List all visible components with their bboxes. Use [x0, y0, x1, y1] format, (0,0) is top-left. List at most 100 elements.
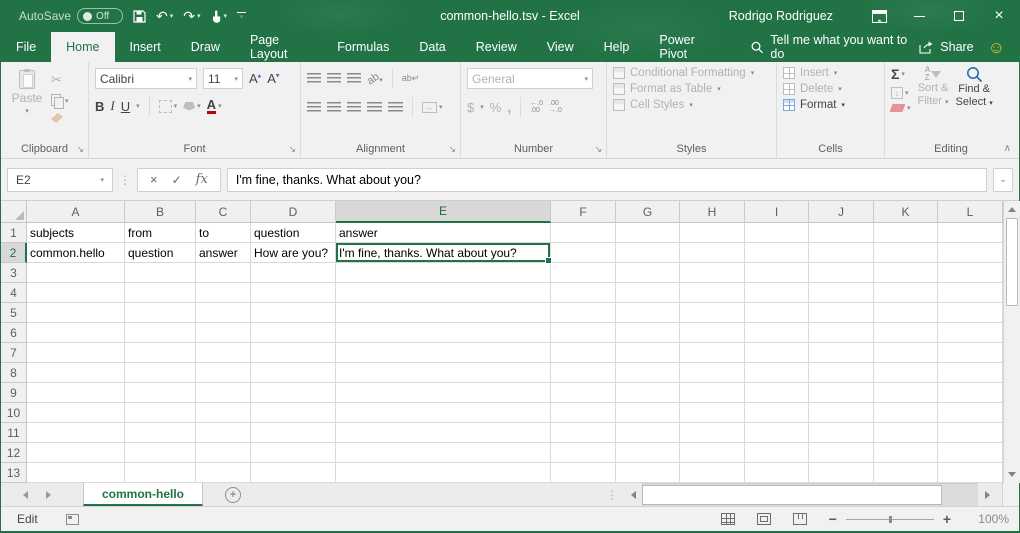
- font-dialog-launcher[interactable]: ↘: [288, 145, 296, 154]
- column-header-I[interactable]: I: [745, 201, 809, 223]
- cell-C2[interactable]: answer: [196, 243, 251, 263]
- cell-B1[interactable]: from: [125, 223, 196, 243]
- tab-page-layout[interactable]: Page Layout: [235, 32, 322, 62]
- row-header-7[interactable]: 7: [1, 343, 27, 363]
- cell-E6[interactable]: [336, 323, 551, 343]
- scroll-down-button[interactable]: [1004, 466, 1020, 483]
- underline-button[interactable]: U: [121, 99, 130, 114]
- tell-me-box[interactable]: Tell me what you want to do: [751, 32, 919, 62]
- cell-I8[interactable]: [745, 363, 809, 383]
- cell-K9[interactable]: [874, 383, 938, 403]
- font-color-button[interactable]: A▾: [207, 98, 222, 114]
- insert-cells-button[interactable]: Insert▾: [783, 67, 878, 79]
- cell-L1[interactable]: [938, 223, 1003, 243]
- merge-center-button[interactable]: ↔▾: [422, 102, 443, 113]
- cell-A5[interactable]: [27, 303, 125, 323]
- cell-F4[interactable]: [551, 283, 616, 303]
- cell-E8[interactable]: [336, 363, 551, 383]
- cell-I6[interactable]: [745, 323, 809, 343]
- cell-D5[interactable]: [251, 303, 336, 323]
- cell-A6[interactable]: [27, 323, 125, 343]
- cell-F6[interactable]: [551, 323, 616, 343]
- cell-D8[interactable]: [251, 363, 336, 383]
- cell-L3[interactable]: [938, 263, 1003, 283]
- cell-L7[interactable]: [938, 343, 1003, 363]
- page-break-preview-button[interactable]: [793, 513, 807, 525]
- zoom-slider[interactable]: [846, 519, 934, 520]
- scroll-right-button[interactable]: [978, 483, 996, 506]
- cell-L12[interactable]: [938, 443, 1003, 463]
- cell-A9[interactable]: [27, 383, 125, 403]
- borders-button[interactable]: ▾: [159, 100, 178, 113]
- cell-D1[interactable]: question: [251, 223, 336, 243]
- delete-cells-button[interactable]: Delete▾: [783, 83, 878, 95]
- cell-H5[interactable]: [680, 303, 745, 323]
- cell-F8[interactable]: [551, 363, 616, 383]
- cell-J13[interactable]: [809, 463, 874, 483]
- row-header-2[interactable]: 2: [1, 243, 27, 263]
- cell-B8[interactable]: [125, 363, 196, 383]
- cell-L11[interactable]: [938, 423, 1003, 443]
- cell-F7[interactable]: [551, 343, 616, 363]
- increase-indent-button[interactable]: [388, 102, 403, 112]
- insert-function-button[interactable]: fx: [196, 172, 208, 187]
- cell-L8[interactable]: [938, 363, 1003, 383]
- column-header-C[interactable]: C: [196, 201, 251, 223]
- minimize-button[interactable]: [899, 0, 939, 32]
- cell-A3[interactable]: [27, 263, 125, 283]
- cell-G4[interactable]: [616, 283, 680, 303]
- cell-J8[interactable]: [809, 363, 874, 383]
- cell-B4[interactable]: [125, 283, 196, 303]
- cell-A12[interactable]: [27, 443, 125, 463]
- underline-dropdown-icon[interactable]: ▾: [136, 102, 140, 110]
- zoom-level[interactable]: 100%: [973, 512, 1009, 526]
- name-box[interactable]: E2 ▾: [7, 168, 113, 192]
- cell-C7[interactable]: [196, 343, 251, 363]
- tab-review[interactable]: Review: [461, 32, 532, 62]
- cell-K3[interactable]: [874, 263, 938, 283]
- cell-B5[interactable]: [125, 303, 196, 323]
- number-dialog-launcher[interactable]: ↘: [594, 145, 602, 154]
- close-button[interactable]: ×: [979, 0, 1019, 32]
- column-header-K[interactable]: K: [874, 201, 938, 223]
- cell-H10[interactable]: [680, 403, 745, 423]
- cell-E1[interactable]: answer: [336, 223, 551, 243]
- italic-button[interactable]: I: [110, 98, 114, 114]
- sheet-tab-common-hello[interactable]: common-hello: [83, 483, 203, 506]
- customize-qat-button[interactable]: ▾: [237, 12, 246, 20]
- cell-F3[interactable]: [551, 263, 616, 283]
- copy-button[interactable]: ▾: [51, 94, 69, 107]
- expand-formula-bar-button[interactable]: ⌄: [993, 168, 1013, 192]
- cell-H6[interactable]: [680, 323, 745, 343]
- cell-I1[interactable]: [745, 223, 809, 243]
- format-painter-button[interactable]: [51, 113, 69, 123]
- column-header-G[interactable]: G: [616, 201, 680, 223]
- cell-B2[interactable]: question: [125, 243, 196, 263]
- enter-button[interactable]: ✓: [172, 173, 182, 187]
- cell-J6[interactable]: [809, 323, 874, 343]
- cell-C3[interactable]: [196, 263, 251, 283]
- paste-button[interactable]: Paste ▾: [7, 68, 47, 140]
- cell-I11[interactable]: [745, 423, 809, 443]
- cell-K13[interactable]: [874, 463, 938, 483]
- column-header-F[interactable]: F: [551, 201, 616, 223]
- normal-view-button[interactable]: [721, 513, 735, 525]
- align-top-button[interactable]: [307, 73, 321, 83]
- cell-I9[interactable]: [745, 383, 809, 403]
- row-header-13[interactable]: 13: [1, 463, 27, 483]
- cell-G9[interactable]: [616, 383, 680, 403]
- cell-F9[interactable]: [551, 383, 616, 403]
- cell-I7[interactable]: [745, 343, 809, 363]
- cell-E11[interactable]: [336, 423, 551, 443]
- scroll-up-button[interactable]: [1004, 201, 1020, 218]
- cell-K1[interactable]: [874, 223, 938, 243]
- horizontal-scrollbar[interactable]: [624, 483, 996, 506]
- conditional-formatting-button[interactable]: Conditional Formatting▾: [613, 67, 770, 79]
- cell-L6[interactable]: [938, 323, 1003, 343]
- alignment-dialog-launcher[interactable]: ↘: [448, 145, 456, 154]
- zoom-in-button[interactable]: +: [943, 511, 951, 527]
- cell-F10[interactable]: [551, 403, 616, 423]
- percent-style-button[interactable]: %: [490, 100, 502, 115]
- cell-E2[interactable]: I'm fine, thanks. What about you?: [336, 243, 551, 263]
- cell-J3[interactable]: [809, 263, 874, 283]
